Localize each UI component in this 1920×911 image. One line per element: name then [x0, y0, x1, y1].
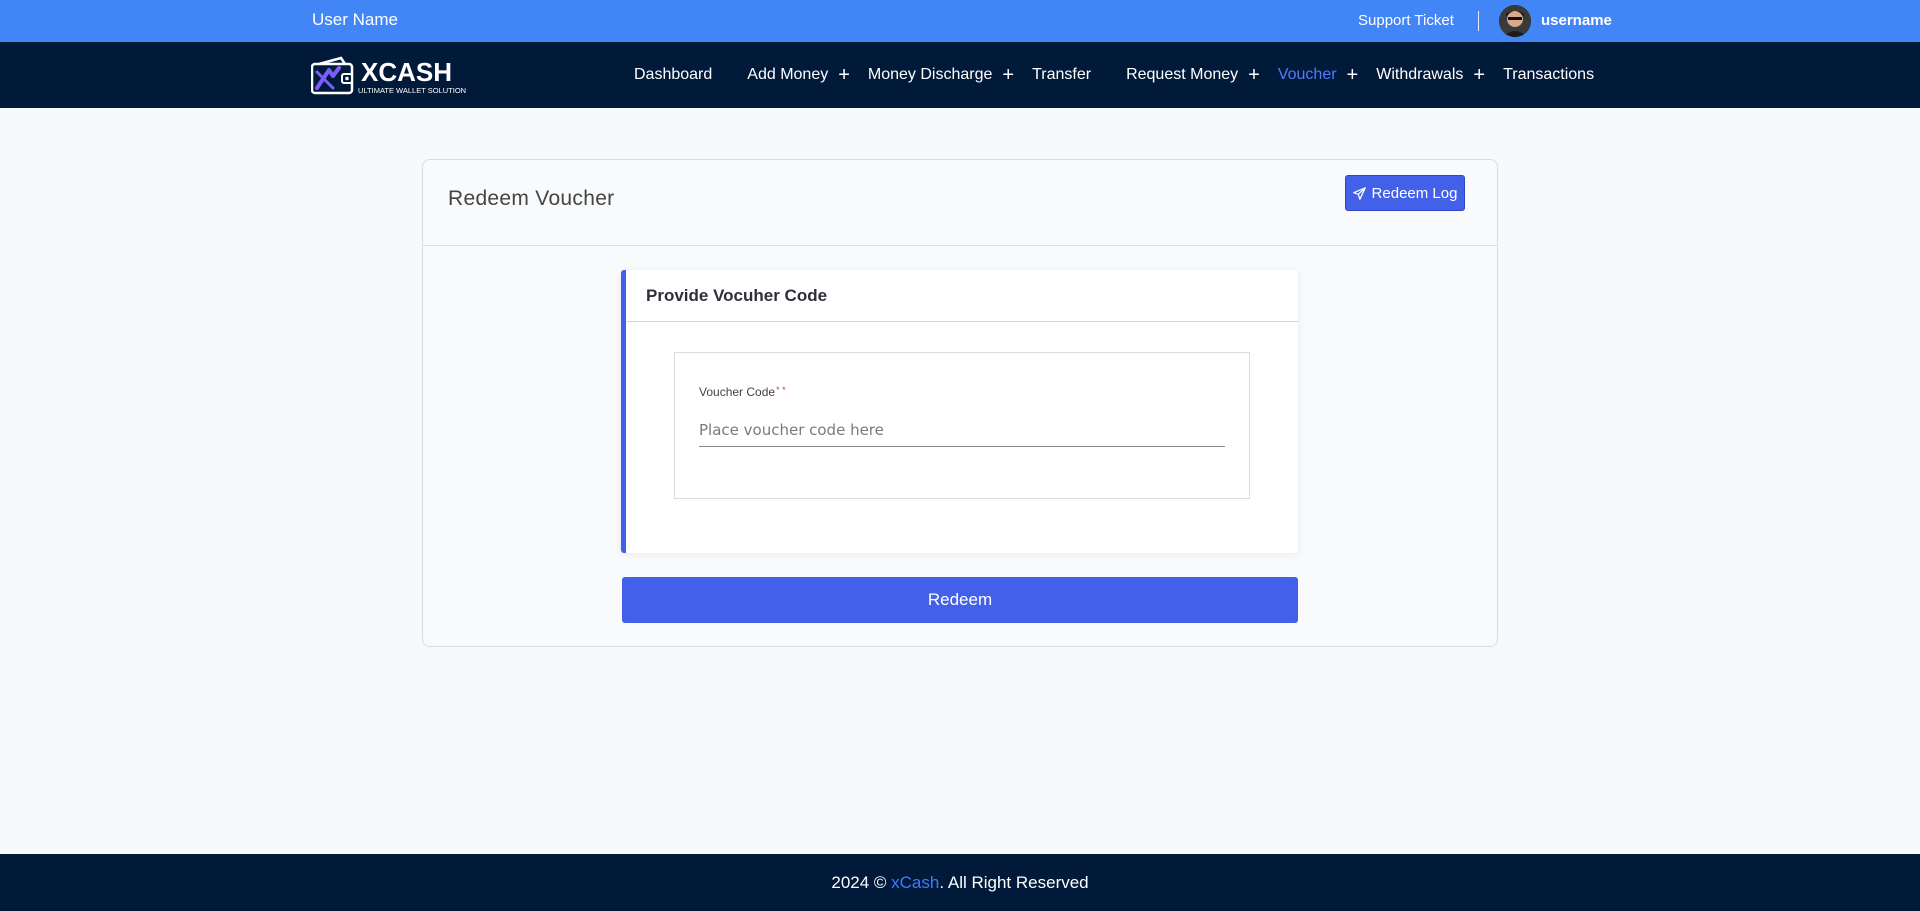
- card-header: Redeem Voucher Redeem Log: [423, 160, 1497, 246]
- nav-item-request-money[interactable]: Request Money +: [1126, 65, 1260, 85]
- redeem-log-label: Redeem Log: [1371, 184, 1458, 202]
- voucher-card-title: Provide Vocuher Code: [646, 286, 828, 305]
- page-title: Redeem Voucher: [448, 187, 615, 210]
- nav-item-add-money[interactable]: Add Money +: [747, 65, 850, 85]
- xcash-logo[interactable]: XCASH ULTIMATE WALLET SOLUTION: [310, 56, 489, 96]
- top-bar: User Name Support Ticket username: [0, 0, 1920, 42]
- nav-label: Transactions: [1503, 66, 1595, 83]
- nav-label: Request Money: [1126, 66, 1239, 83]
- nav-label: Add Money: [747, 66, 829, 83]
- nav-item-dashboard[interactable]: Dashboard: [634, 66, 712, 84]
- support-ticket-link[interactable]: Support Ticket: [1358, 12, 1454, 29]
- nav-label: Withdrawals: [1376, 66, 1464, 83]
- redeem-log-button[interactable]: Redeem Log: [1345, 175, 1465, 211]
- plus-icon[interactable]: +: [1473, 65, 1485, 85]
- nav-item-transfer[interactable]: Transfer: [1032, 66, 1091, 84]
- nav-label: Transfer: [1032, 66, 1092, 83]
- footer-brand-link[interactable]: xCash: [891, 873, 939, 893]
- nav-item-voucher[interactable]: Voucher +: [1278, 65, 1358, 85]
- footer-prefix: 2024 ©: [831, 872, 892, 892]
- username-label[interactable]: username: [1541, 12, 1612, 29]
- voucher-code-card: Provide Vocuher Code Voucher Code* *: [621, 270, 1298, 553]
- main-navbar: XCASH ULTIMATE WALLET SOLUTION Dashboard…: [0, 42, 1920, 108]
- logo-tagline: ULTIMATE WALLET SOLUTION: [358, 86, 466, 95]
- required-marker: * *: [776, 385, 786, 395]
- logo-text: XCASH: [361, 57, 452, 87]
- nav-item-money-discharge[interactable]: Money Discharge +: [868, 65, 1014, 85]
- plus-icon[interactable]: +: [1347, 65, 1359, 85]
- plus-icon[interactable]: +: [838, 65, 850, 85]
- plus-icon[interactable]: +: [1248, 65, 1260, 85]
- nav-label: Voucher: [1277, 66, 1337, 83]
- voucher-card-header: Provide Vocuher Code: [626, 270, 1298, 322]
- divider: [1478, 11, 1479, 31]
- nav-label: Dashboard: [634, 66, 713, 83]
- user-name-label: User Name: [312, 10, 398, 29]
- footer: 2024 © xCash. All Right Reserved: [0, 854, 1920, 911]
- send-icon: [1352, 186, 1366, 200]
- avatar-icon: [1499, 5, 1531, 37]
- nav-item-withdrawals[interactable]: Withdrawals +: [1376, 65, 1485, 85]
- nav-label: Money Discharge: [867, 66, 993, 83]
- plus-icon[interactable]: +: [1002, 65, 1014, 85]
- nav-item-transactions[interactable]: Transactions: [1503, 66, 1594, 84]
- avatar[interactable]: [1499, 5, 1531, 37]
- voucher-field-box: Voucher Code* *: [674, 352, 1250, 499]
- wallet-logo-icon: XCASH ULTIMATE WALLET SOLUTION: [310, 56, 466, 95]
- voucher-code-label: Voucher Code* *: [699, 385, 786, 399]
- voucher-code-input[interactable]: [699, 413, 1225, 447]
- footer-suffix: . All Right Reserved: [939, 872, 1089, 892]
- nav-menu: Dashboard Add Money + Money Discharge + …: [634, 42, 1594, 108]
- redeem-button[interactable]: Redeem: [622, 577, 1298, 623]
- voucher-code-label-text: Voucher Code: [699, 385, 776, 399]
